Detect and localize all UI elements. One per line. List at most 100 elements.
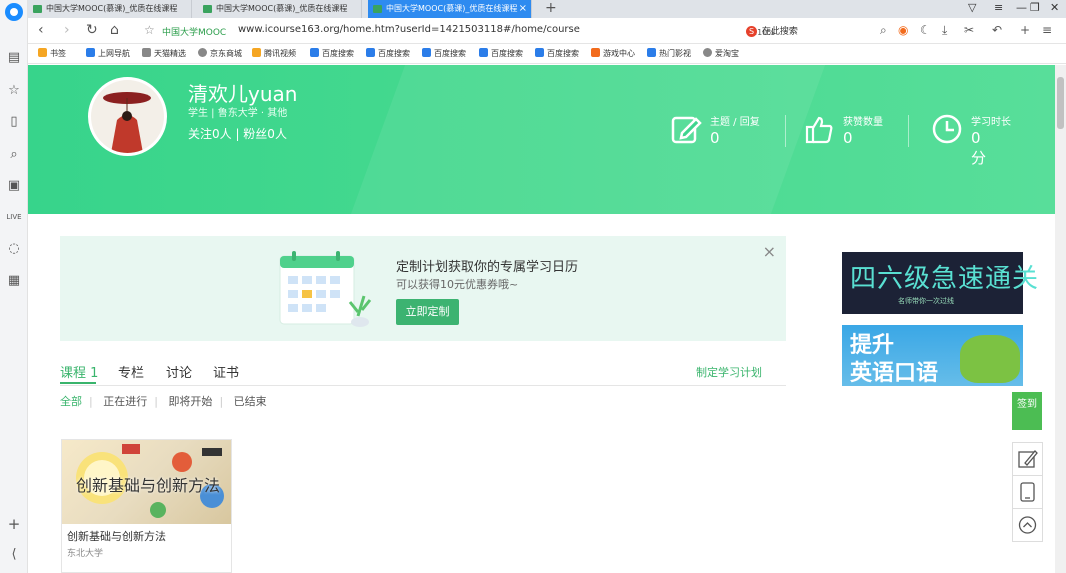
reload-icon[interactable]: ↻ xyxy=(86,22,98,38)
chevron-up-icon xyxy=(1018,516,1037,534)
new-tab-icon[interactable]: + xyxy=(545,0,557,16)
course-card[interactable]: 创新基础与创新方法 创新基础与创新方法 东北大学 xyxy=(61,439,232,573)
course-thumbnail[interactable]: 创新基础与创新方法 xyxy=(62,440,231,524)
home-icon[interactable]: ⌂ xyxy=(110,22,119,38)
address-bar: ‹ › ↻ ⌂ ☆ 中国大学MOOC www.icourse163.org/ho… xyxy=(28,18,1066,44)
minimize-icon[interactable]: — xyxy=(1016,1,1027,14)
course-thumb-text: 创新基础与创新方法 xyxy=(76,476,221,495)
close-icon[interactable]: × xyxy=(763,242,776,261)
menu-icon[interactable]: ≡ xyxy=(1042,23,1052,37)
bookmark-item[interactable]: 爱淘宝 xyxy=(703,48,739,59)
bookmark-item[interactable]: 百度搜索 xyxy=(479,48,523,59)
filter-upcoming[interactable]: 即将开始 xyxy=(168,395,212,408)
bookmark-item[interactable]: 百度搜索 xyxy=(422,48,466,59)
baidu-icon xyxy=(479,48,488,57)
make-study-plan-link[interactable]: 制定学习计划 xyxy=(696,364,762,380)
bookmark-item[interactable]: 京东商城 xyxy=(198,48,242,59)
undo-icon[interactable]: ↶ xyxy=(992,23,1002,37)
globe-icon xyxy=(198,48,207,57)
live-icon[interactable]: LIVE xyxy=(6,209,22,225)
bookmark-item[interactable]: 天猫精选 xyxy=(142,48,186,59)
search-box[interactable]: S 在此搜索 xyxy=(746,24,798,37)
filter-all[interactable]: 全部 xyxy=(60,395,82,408)
site-label: 中国大学MOOC xyxy=(162,28,227,38)
avatar[interactable] xyxy=(88,77,167,156)
tab-label: 中国大学MOOC(慕课)_优质在线课程 xyxy=(216,4,348,13)
restore-icon[interactable]: ❐ xyxy=(1030,1,1040,14)
url-field[interactable]: ☆ 中国大学MOOC www.icourse163.org/home.htm?u… xyxy=(140,21,775,41)
collapse-icon[interactable]: ⟨ xyxy=(6,547,22,563)
game-icon[interactable]: ◉ xyxy=(898,23,908,37)
scissors-icon[interactable]: ✂ xyxy=(964,23,974,37)
browser-tab[interactable]: 中国大学MOOC(慕课)_优质在线课程 xyxy=(198,0,362,18)
tmall-icon xyxy=(142,48,151,57)
add-icon[interactable]: + xyxy=(1020,23,1030,37)
sign-in-button[interactable]: 签到 xyxy=(1012,392,1042,430)
ad-oral-english-banner[interactable]: 提升 英语口语 xyxy=(842,325,1023,386)
clock-icon xyxy=(932,114,962,144)
filter-ended[interactable]: 已结束 xyxy=(234,395,267,408)
customize-now-button[interactable]: 立即定制 xyxy=(396,299,459,325)
ad-cet-banner[interactable]: 四六级急速通关 名师带你一次过线 xyxy=(842,252,1038,314)
mooc-favicon-icon xyxy=(373,5,382,13)
forward-icon[interactable]: › xyxy=(64,22,70,38)
bookmark-item[interactable]: 百度搜索 xyxy=(366,48,410,59)
browser-tab-active[interactable]: 中国大学MOOC(慕课)_优质在线课程 × xyxy=(368,0,532,18)
bookmark-star-icon[interactable]: ☆ xyxy=(144,23,155,37)
globe-icon xyxy=(703,48,712,57)
shirt-icon[interactable]: ▽ xyxy=(968,1,976,14)
back-to-top-button[interactable] xyxy=(1012,508,1043,542)
night-mode-icon[interactable]: ☾ xyxy=(920,23,931,37)
tab-label: 中国大学MOOC(慕课)_优质在线课程 xyxy=(386,4,518,13)
course-school: 东北大学 xyxy=(67,549,104,559)
baidu-icon xyxy=(535,48,544,57)
back-icon[interactable]: ‹ xyxy=(38,22,44,38)
video-icon[interactable]: ▣ xyxy=(6,178,22,194)
content-tabs: 课程 1 专栏 讨论 证书 制定学习计划 xyxy=(60,360,786,386)
divider xyxy=(908,115,909,147)
feedback-button[interactable] xyxy=(1012,442,1043,476)
play-icon xyxy=(647,48,656,57)
scrollbar[interactable] xyxy=(1055,65,1066,573)
download-icon[interactable]: ⤓ xyxy=(942,23,947,38)
profile-banner: 清欢儿yuan 学生 | 鲁东大学 · 其他 关注0人 | 粉丝0人 主题 / … xyxy=(28,65,1055,214)
menu-icon[interactable]: ≡ xyxy=(994,1,1003,14)
chat-icon[interactable]: ◌ xyxy=(6,241,22,257)
add-icon[interactable]: + xyxy=(6,516,22,532)
ad-line-2: 英语口语 xyxy=(850,361,939,386)
bookmark-item[interactable]: 百度搜索 xyxy=(535,48,579,59)
course-filters: 全部 | 正在进行 | 即将开始 | 已结束 xyxy=(60,395,267,408)
star-icon[interactable]: ☆ xyxy=(6,83,22,99)
tab-discussions[interactable]: 讨论 xyxy=(166,362,192,381)
avatar-image xyxy=(91,80,164,153)
bookmark-item[interactable]: 热门影视 xyxy=(647,48,691,59)
search-icon[interactable]: ⌕ xyxy=(880,23,887,38)
bookmark-item[interactable]: 书签 xyxy=(38,48,66,59)
tab-certificates[interactable]: 证书 xyxy=(213,362,239,381)
close-tab-icon[interactable]: × xyxy=(519,0,527,18)
edit-icon xyxy=(1018,450,1038,468)
bookmark-item[interactable]: 游戏中心 xyxy=(591,48,635,59)
scrollbar-thumb[interactable] xyxy=(1057,77,1064,129)
tab-columns[interactable]: 专栏 xyxy=(118,362,144,381)
reader-icon[interactable]: ▤ xyxy=(6,50,22,66)
follow-stats[interactable]: 关注0人 | 粉丝0人 xyxy=(188,125,287,142)
user-name: 清欢儿yuan xyxy=(188,82,298,106)
bookmark-item[interactable]: 百度搜索 xyxy=(310,48,354,59)
browser-tab[interactable]: 中国大学MOOC(慕课)_优质在线课程 xyxy=(28,0,192,18)
search-icon[interactable]: ⌕ xyxy=(6,147,22,163)
filter-ongoing[interactable]: 正在进行 xyxy=(103,395,147,408)
user-role: 学生 | 鲁东大学 · 其他 xyxy=(188,108,288,119)
tab-courses[interactable]: 课程 1 xyxy=(60,362,98,381)
close-window-icon[interactable]: ✕ xyxy=(1050,1,1059,14)
book-icon[interactable]: ▯ xyxy=(6,114,22,130)
search-placeholder: 在此搜索 xyxy=(761,27,798,37)
course-title[interactable]: 创新基础与创新方法 xyxy=(67,528,166,544)
bookmark-item[interactable]: 腾讯视频 xyxy=(252,48,296,59)
url-text[interactable]: www.icourse163.org/home.htm?userId=14215… xyxy=(238,24,580,35)
browser-logo-icon[interactable] xyxy=(5,3,23,21)
bookmark-item[interactable]: 上网导航 xyxy=(86,48,130,59)
note-icon[interactable]: ▦ xyxy=(6,273,22,289)
mobile-app-button[interactable] xyxy=(1012,475,1043,509)
baidu-icon xyxy=(310,48,319,57)
